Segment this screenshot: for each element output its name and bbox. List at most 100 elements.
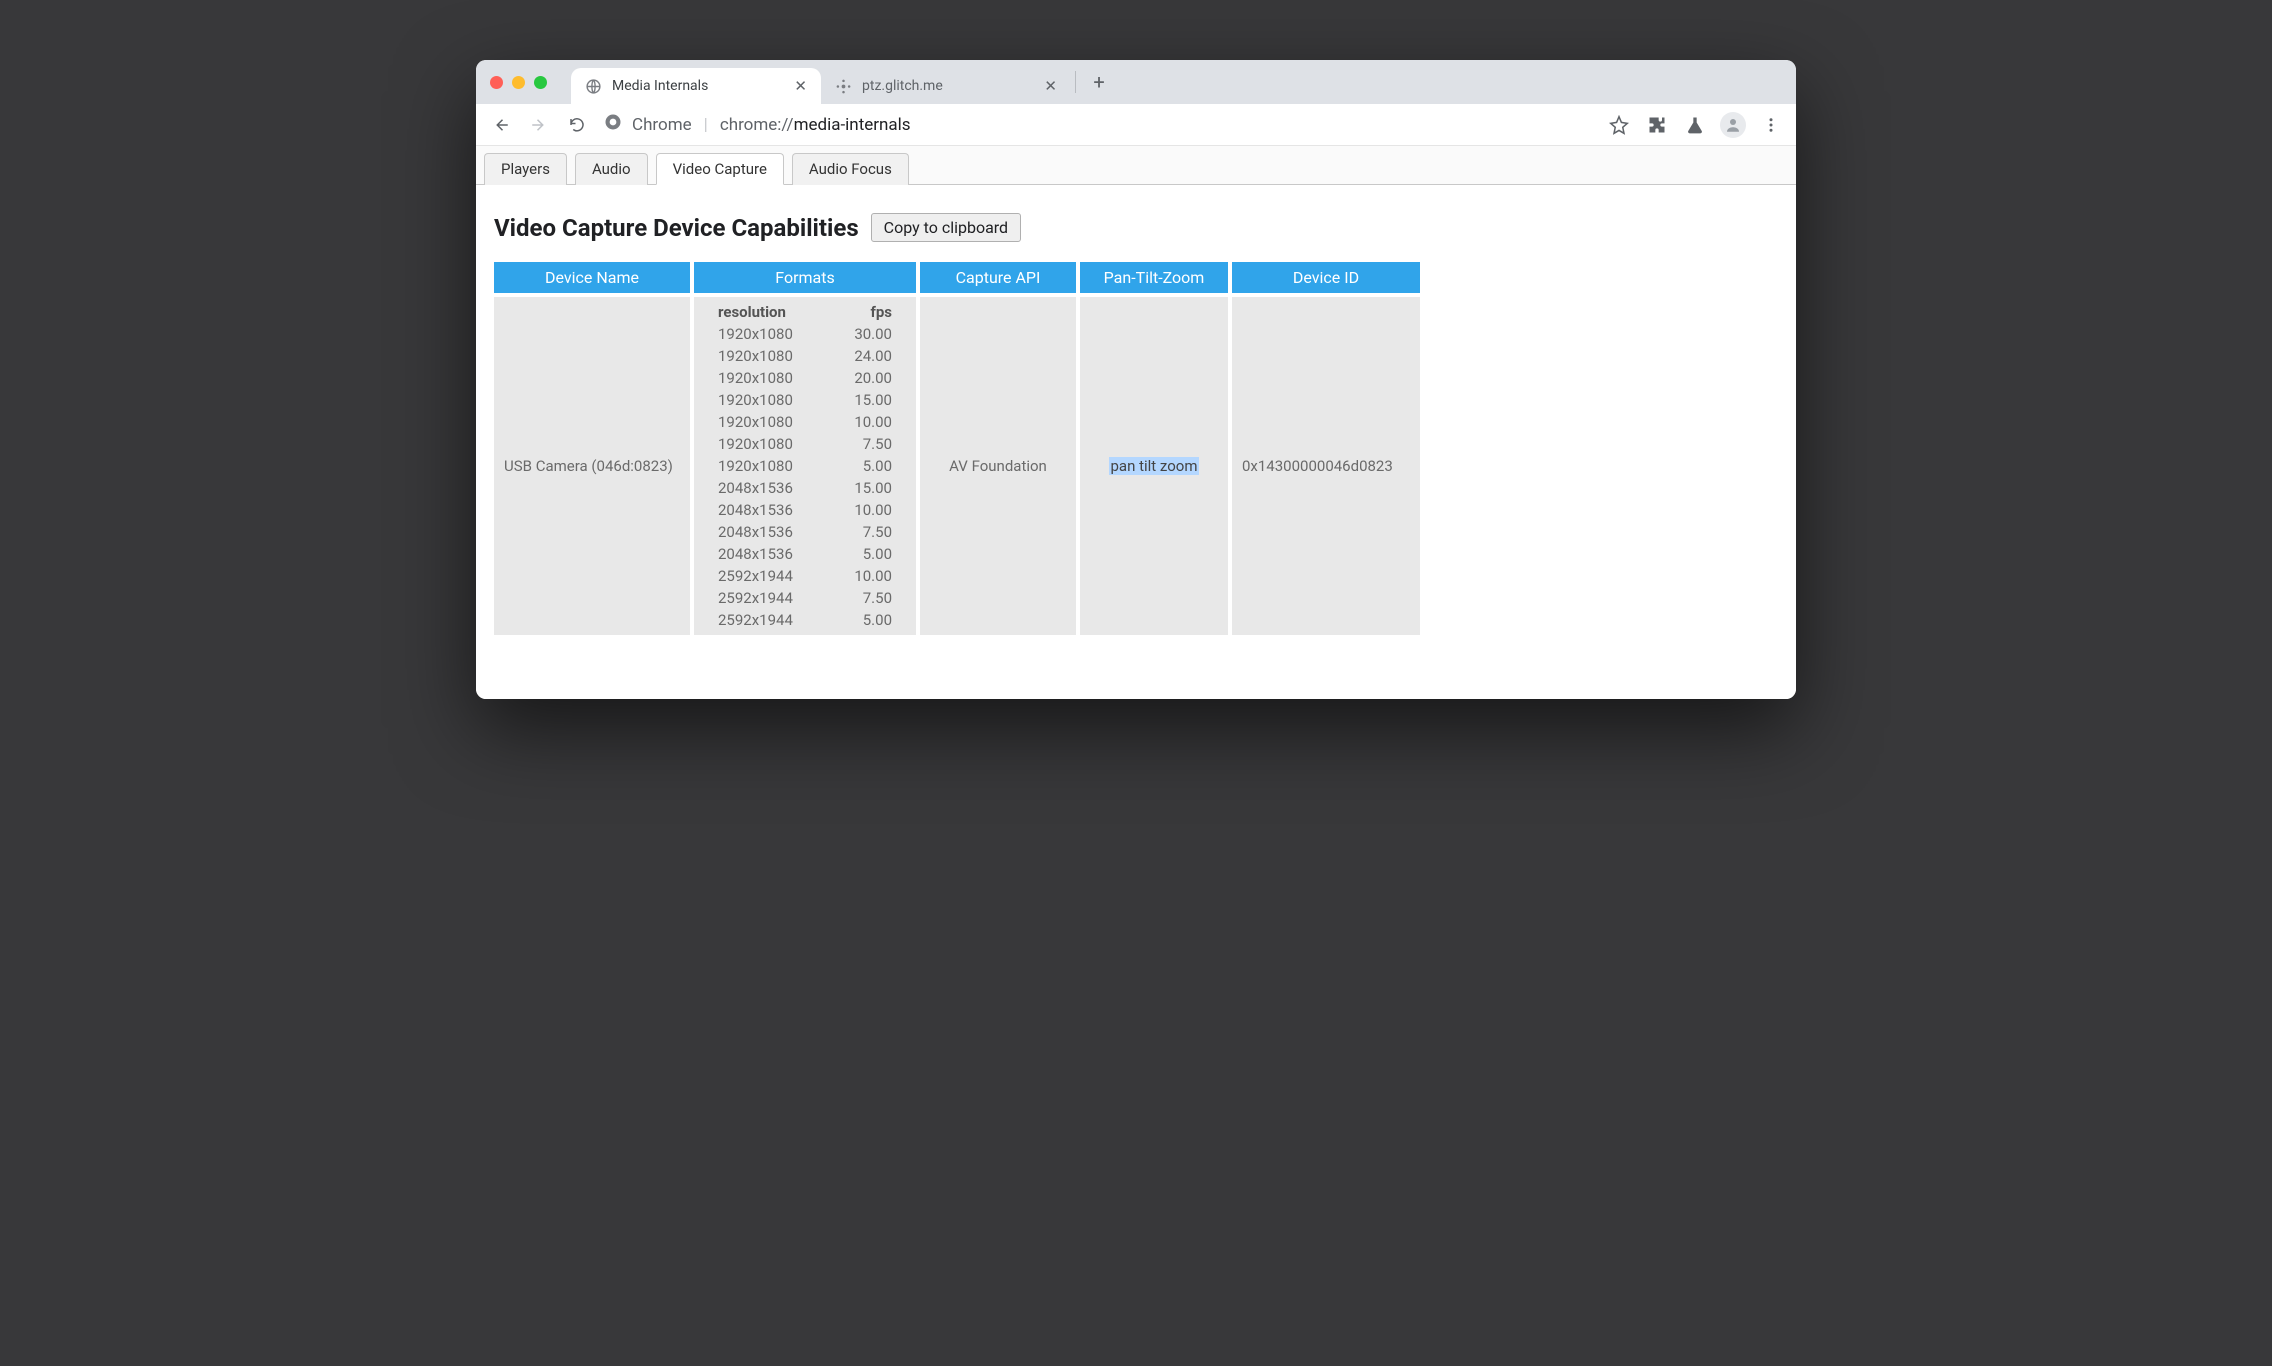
puzzle-icon	[1647, 115, 1667, 135]
formats-row: 1920x1080 20.00	[704, 369, 906, 387]
format-fps: 10.00	[832, 501, 892, 519]
extensions-button[interactable]	[1642, 110, 1672, 140]
cell-device-name: USB Camera (046d:0823)	[494, 295, 692, 637]
tab-title: ptz.glitch.me	[862, 78, 1034, 94]
page-tab-label: Players	[501, 160, 550, 178]
format-resolution: 2048x1536	[718, 545, 793, 563]
formats-header-resolution: resolution	[718, 303, 786, 321]
format-resolution: 1920x1080	[718, 457, 793, 475]
format-fps: 7.50	[832, 435, 892, 453]
window-minimize-button[interactable]	[512, 76, 525, 89]
labs-button[interactable]	[1680, 110, 1710, 140]
formats-header-row: resolution fps	[704, 303, 906, 321]
format-fps: 10.00	[832, 413, 892, 431]
browser-tab-active[interactable]: Media Internals ✕	[571, 68, 821, 104]
menu-button[interactable]	[1756, 110, 1786, 140]
page-tab-label: Video Capture	[673, 160, 767, 178]
nav-reload-button[interactable]	[562, 110, 592, 140]
formats-row: 1920x1080 10.00	[704, 413, 906, 431]
browser-tab[interactable]: ptz.glitch.me ✕	[821, 68, 1071, 104]
page-tab-audio-focus[interactable]: Audio Focus	[792, 153, 909, 185]
formats-row: 1920x1080 15.00	[704, 391, 906, 409]
cell-formats: resolution fps 1920x1080 30.00 1920x1080 24.0…	[692, 295, 918, 637]
formats-row: 2592x194410.00	[704, 567, 906, 585]
page-tab-video-capture[interactable]: Video Capture	[656, 153, 784, 185]
formats-row: 2592x19445.00	[704, 611, 906, 629]
arrow-right-icon	[530, 116, 548, 134]
cell-device-id: 0x14300000046d0823	[1230, 295, 1420, 637]
table-header-row: Device Name Formats Capture API Pan-Tilt…	[494, 262, 1420, 295]
tab-title: Media Internals	[612, 78, 784, 94]
formats-row: 1920x1080 30.00	[704, 325, 906, 343]
format-resolution: 1920x1080	[718, 391, 793, 409]
format-resolution: 2048x1536	[718, 523, 793, 541]
format-fps: 5.00	[832, 545, 892, 563]
nav-back-button[interactable]	[486, 110, 516, 140]
col-header-device-name[interactable]: Device Name	[494, 262, 692, 295]
flask-icon	[1685, 115, 1705, 135]
page-tab-audio[interactable]: Audio	[575, 153, 648, 185]
col-header-capture-api[interactable]: Capture API	[918, 262, 1078, 295]
cell-ptz: pan tilt zoom	[1078, 295, 1230, 637]
url-scheme: chrome://	[720, 115, 794, 135]
format-resolution: 1920x1080	[718, 325, 793, 343]
format-resolution: 1920x1080	[718, 369, 793, 387]
col-header-formats[interactable]: Formats	[692, 262, 918, 295]
page-tab-players[interactable]: Players	[484, 153, 567, 185]
table-row: USB Camera (046d:0823) resolution fps 1920…	[494, 295, 1420, 637]
kebab-icon	[1762, 116, 1780, 134]
formats-row: 2048x1536 5.00	[704, 545, 906, 563]
format-resolution: 1920x1080	[718, 347, 793, 365]
bookmark-button[interactable]	[1604, 110, 1634, 140]
browser-toolbar: Chrome | chrome://media-internals	[476, 104, 1796, 146]
formats-header-fps: fps	[832, 303, 892, 321]
nav-forward-button[interactable]	[524, 110, 554, 140]
formats-row: 2592x19447.50	[704, 589, 906, 607]
format-resolution: 2592x1944	[718, 611, 793, 629]
col-header-device-id[interactable]: Device ID	[1230, 262, 1420, 295]
format-fps: 15.00	[832, 391, 892, 409]
section-heading: Video Capture Device Capabilities	[494, 214, 859, 242]
format-resolution: 2048x1536	[718, 479, 793, 497]
url-scheme-label: Chrome	[632, 115, 692, 135]
page-tab-label: Audio Focus	[809, 160, 892, 178]
window-zoom-button[interactable]	[534, 76, 547, 89]
formats-row: 2048x1536 7.50	[704, 523, 906, 541]
format-fps: 5.00	[832, 457, 892, 475]
format-fps: 15.00	[832, 479, 892, 497]
formats-row: 1920x1080 7.50	[704, 435, 906, 453]
format-fps: 24.00	[832, 347, 892, 365]
page-content: Video Capture Device Capabilities Copy t…	[476, 185, 1796, 699]
ptz-value-highlighted: pan tilt zoom	[1109, 457, 1198, 475]
site-icon	[835, 78, 852, 95]
format-fps: 7.50	[832, 523, 892, 541]
format-fps: 30.00	[832, 325, 892, 343]
profile-button[interactable]	[1718, 110, 1748, 140]
format-fps: 20.00	[832, 369, 892, 387]
address-bar[interactable]: Chrome | chrome://media-internals	[604, 113, 911, 136]
tab-close-icon[interactable]: ✕	[794, 79, 807, 94]
format-resolution: 2048x1536	[718, 501, 793, 519]
copy-to-clipboard-button[interactable]: Copy to clipboard	[871, 213, 1021, 242]
reload-icon	[568, 116, 586, 134]
device-capabilities-table: Device Name Formats Capture API Pan-Tilt…	[494, 262, 1420, 639]
format-resolution: 2592x1944	[718, 589, 793, 607]
url-separator: |	[704, 115, 708, 135]
tab-close-icon[interactable]: ✕	[1044, 79, 1057, 94]
cell-capture-api: AV Foundation	[918, 295, 1078, 637]
format-resolution: 1920x1080	[718, 435, 793, 453]
new-tab-button[interactable]: +	[1084, 67, 1114, 97]
tab-strip: Media Internals ✕ ptz.glitch.me ✕ +	[476, 60, 1796, 104]
arrow-left-icon	[492, 116, 510, 134]
col-header-ptz[interactable]: Pan-Tilt-Zoom	[1078, 262, 1230, 295]
format-resolution: 1920x1080	[718, 413, 793, 431]
window-close-button[interactable]	[490, 76, 503, 89]
browser-window: Media Internals ✕ ptz.glitch.me ✕ +	[476, 60, 1796, 699]
format-fps: 10.00	[832, 567, 892, 585]
avatar-icon	[1720, 112, 1746, 138]
chrome-icon	[604, 113, 622, 136]
formats-row: 1920x1080 5.00	[704, 457, 906, 475]
url-path: media-internals	[794, 115, 911, 135]
formats-row: 1920x1080 24.00	[704, 347, 906, 365]
tab-separator	[1075, 71, 1076, 93]
